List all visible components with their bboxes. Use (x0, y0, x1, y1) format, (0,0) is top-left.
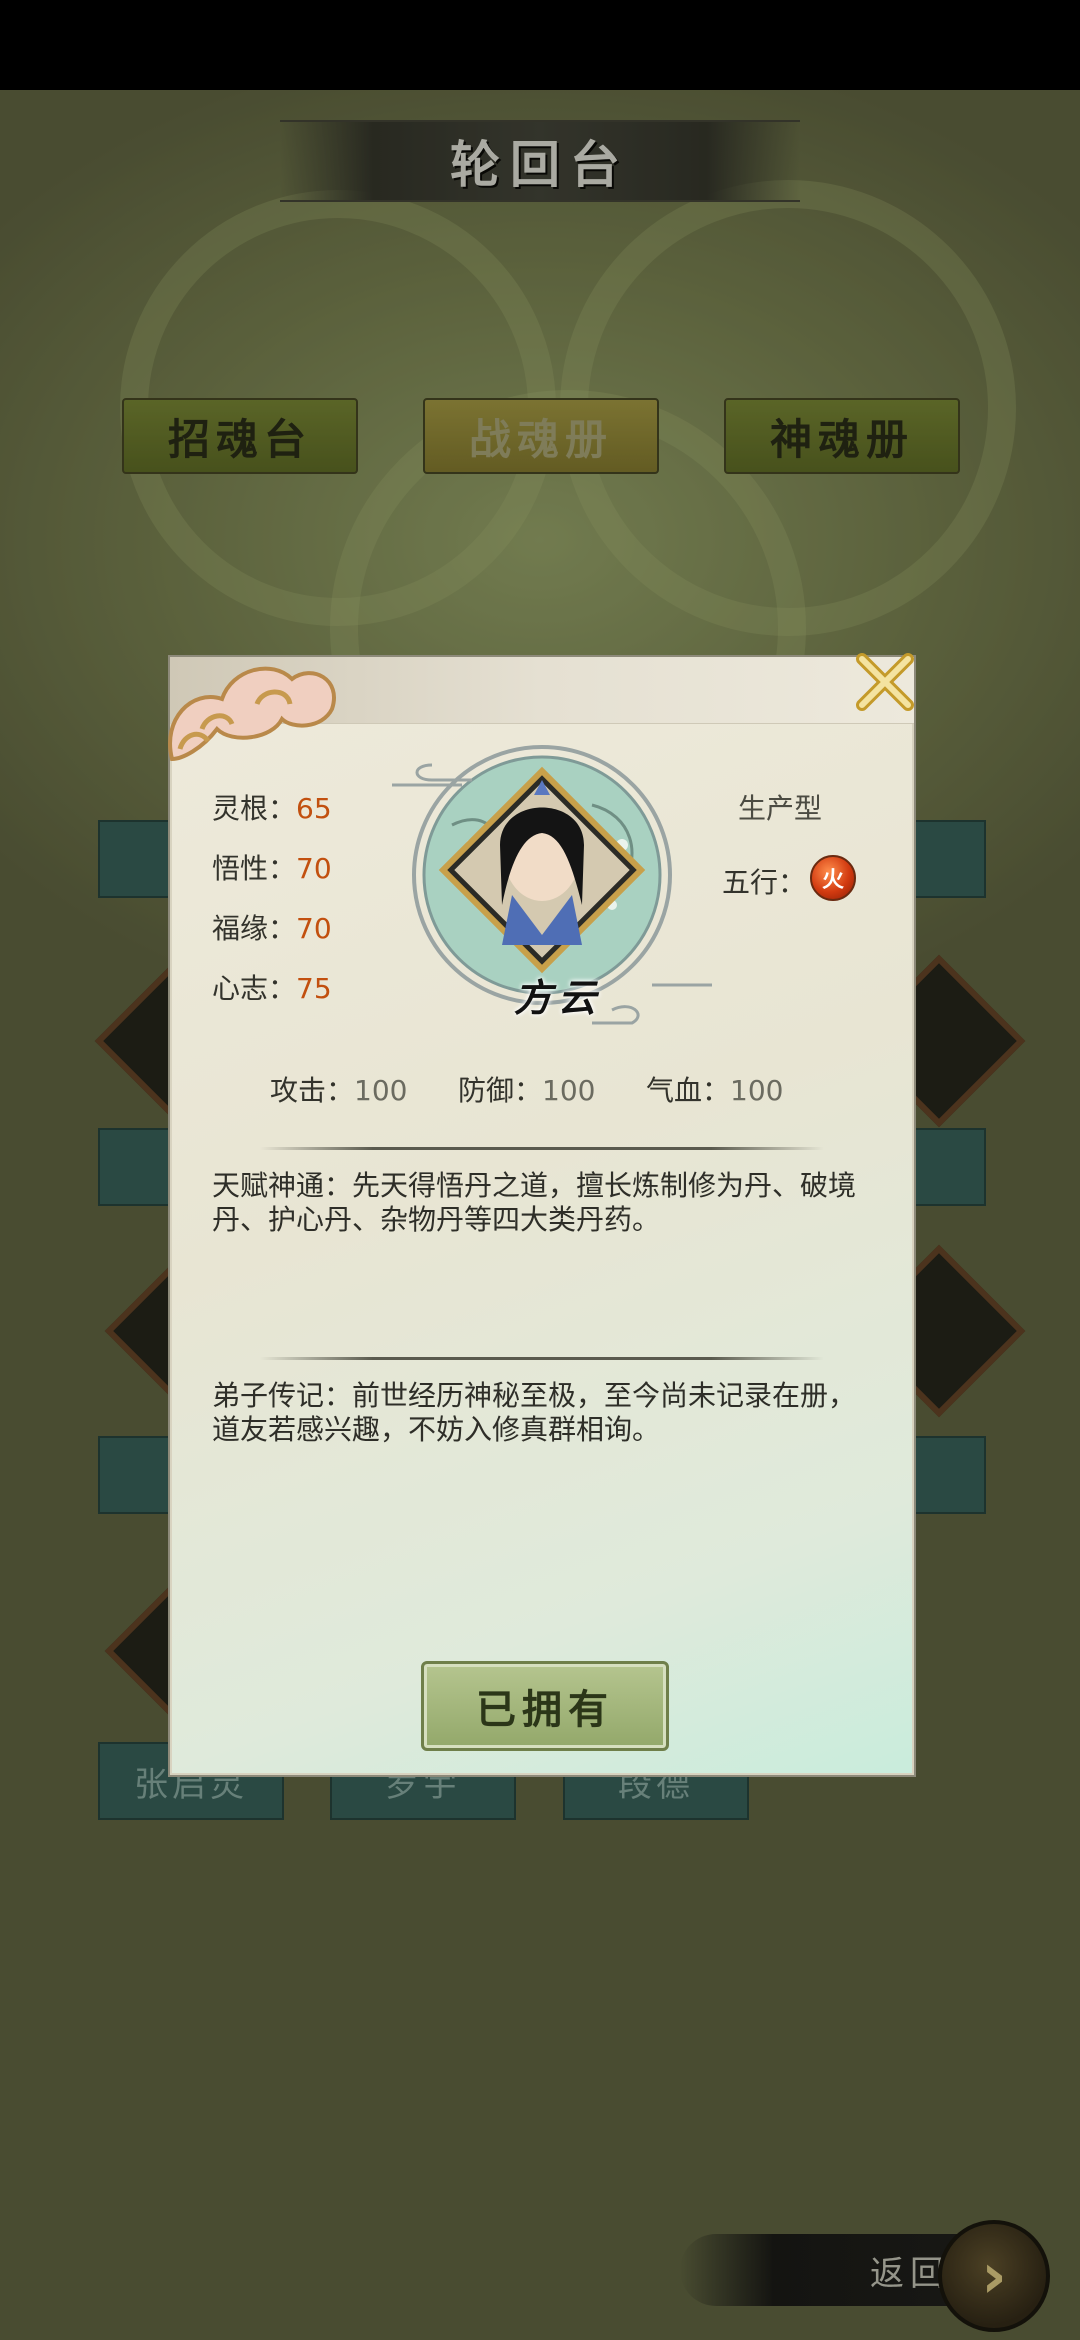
character-name: 方云 (513, 975, 602, 1020)
close-button[interactable] (850, 647, 920, 717)
combat-label: 防御： (458, 1074, 543, 1107)
stat-label: 悟性： (212, 852, 297, 885)
stat-label: 灵根： (212, 792, 297, 825)
combat-attack: 攻击：100 (270, 1069, 407, 1109)
stat-label: 福缘： (212, 912, 297, 945)
owned-button[interactable]: 已拥有 (421, 1661, 669, 1751)
combat-label: 攻击： (270, 1074, 355, 1107)
stat-willpower: 心志：75 (212, 967, 332, 1007)
combat-value: 100 (542, 1074, 596, 1107)
stat-value: 65 (296, 792, 332, 825)
character-portrait: 方云 (392, 735, 712, 1035)
close-icon (856, 653, 914, 711)
element-label: 五行： (722, 866, 807, 899)
section-divider (260, 1357, 824, 1360)
talent-description: 天赋神通：先天得悟丹之道，擅长炼制修为丹、破境丹、护心丹、杂物丹等四大类丹药。 (212, 1169, 857, 1236)
stat-value: 70 (296, 912, 332, 945)
combat-label: 气血： (646, 1074, 731, 1107)
combat-defense: 防御：100 (458, 1069, 595, 1109)
stat-comprehension: 悟性：70 (212, 847, 332, 887)
section-divider (260, 1147, 824, 1150)
stat-label: 心志： (212, 972, 297, 1005)
combat-hp: 气血：100 (646, 1069, 783, 1109)
combat-value: 100 (730, 1074, 784, 1107)
disciple-detail-dialog: 灵根：65 悟性：70 福缘：70 心志：75 方云 生产型 五行： 火 攻击：… (168, 653, 916, 1777)
status-bar (0, 0, 1080, 90)
cloud-ornament-icon (168, 666, 336, 762)
stat-value: 70 (296, 852, 332, 885)
biography-description: 弟子传记：前世经历神秘至极，至今尚未记录在册，道友若感兴趣，不妨入修真群相询。 (212, 1379, 857, 1446)
fire-element-icon: 火 (810, 855, 856, 901)
combat-value: 100 (354, 1074, 408, 1107)
stat-value: 75 (296, 972, 332, 1005)
stat-spirit-root: 灵根：65 (212, 787, 332, 827)
stat-fortune: 福缘：70 (212, 907, 332, 947)
disciple-type: 生产型 (738, 792, 823, 825)
